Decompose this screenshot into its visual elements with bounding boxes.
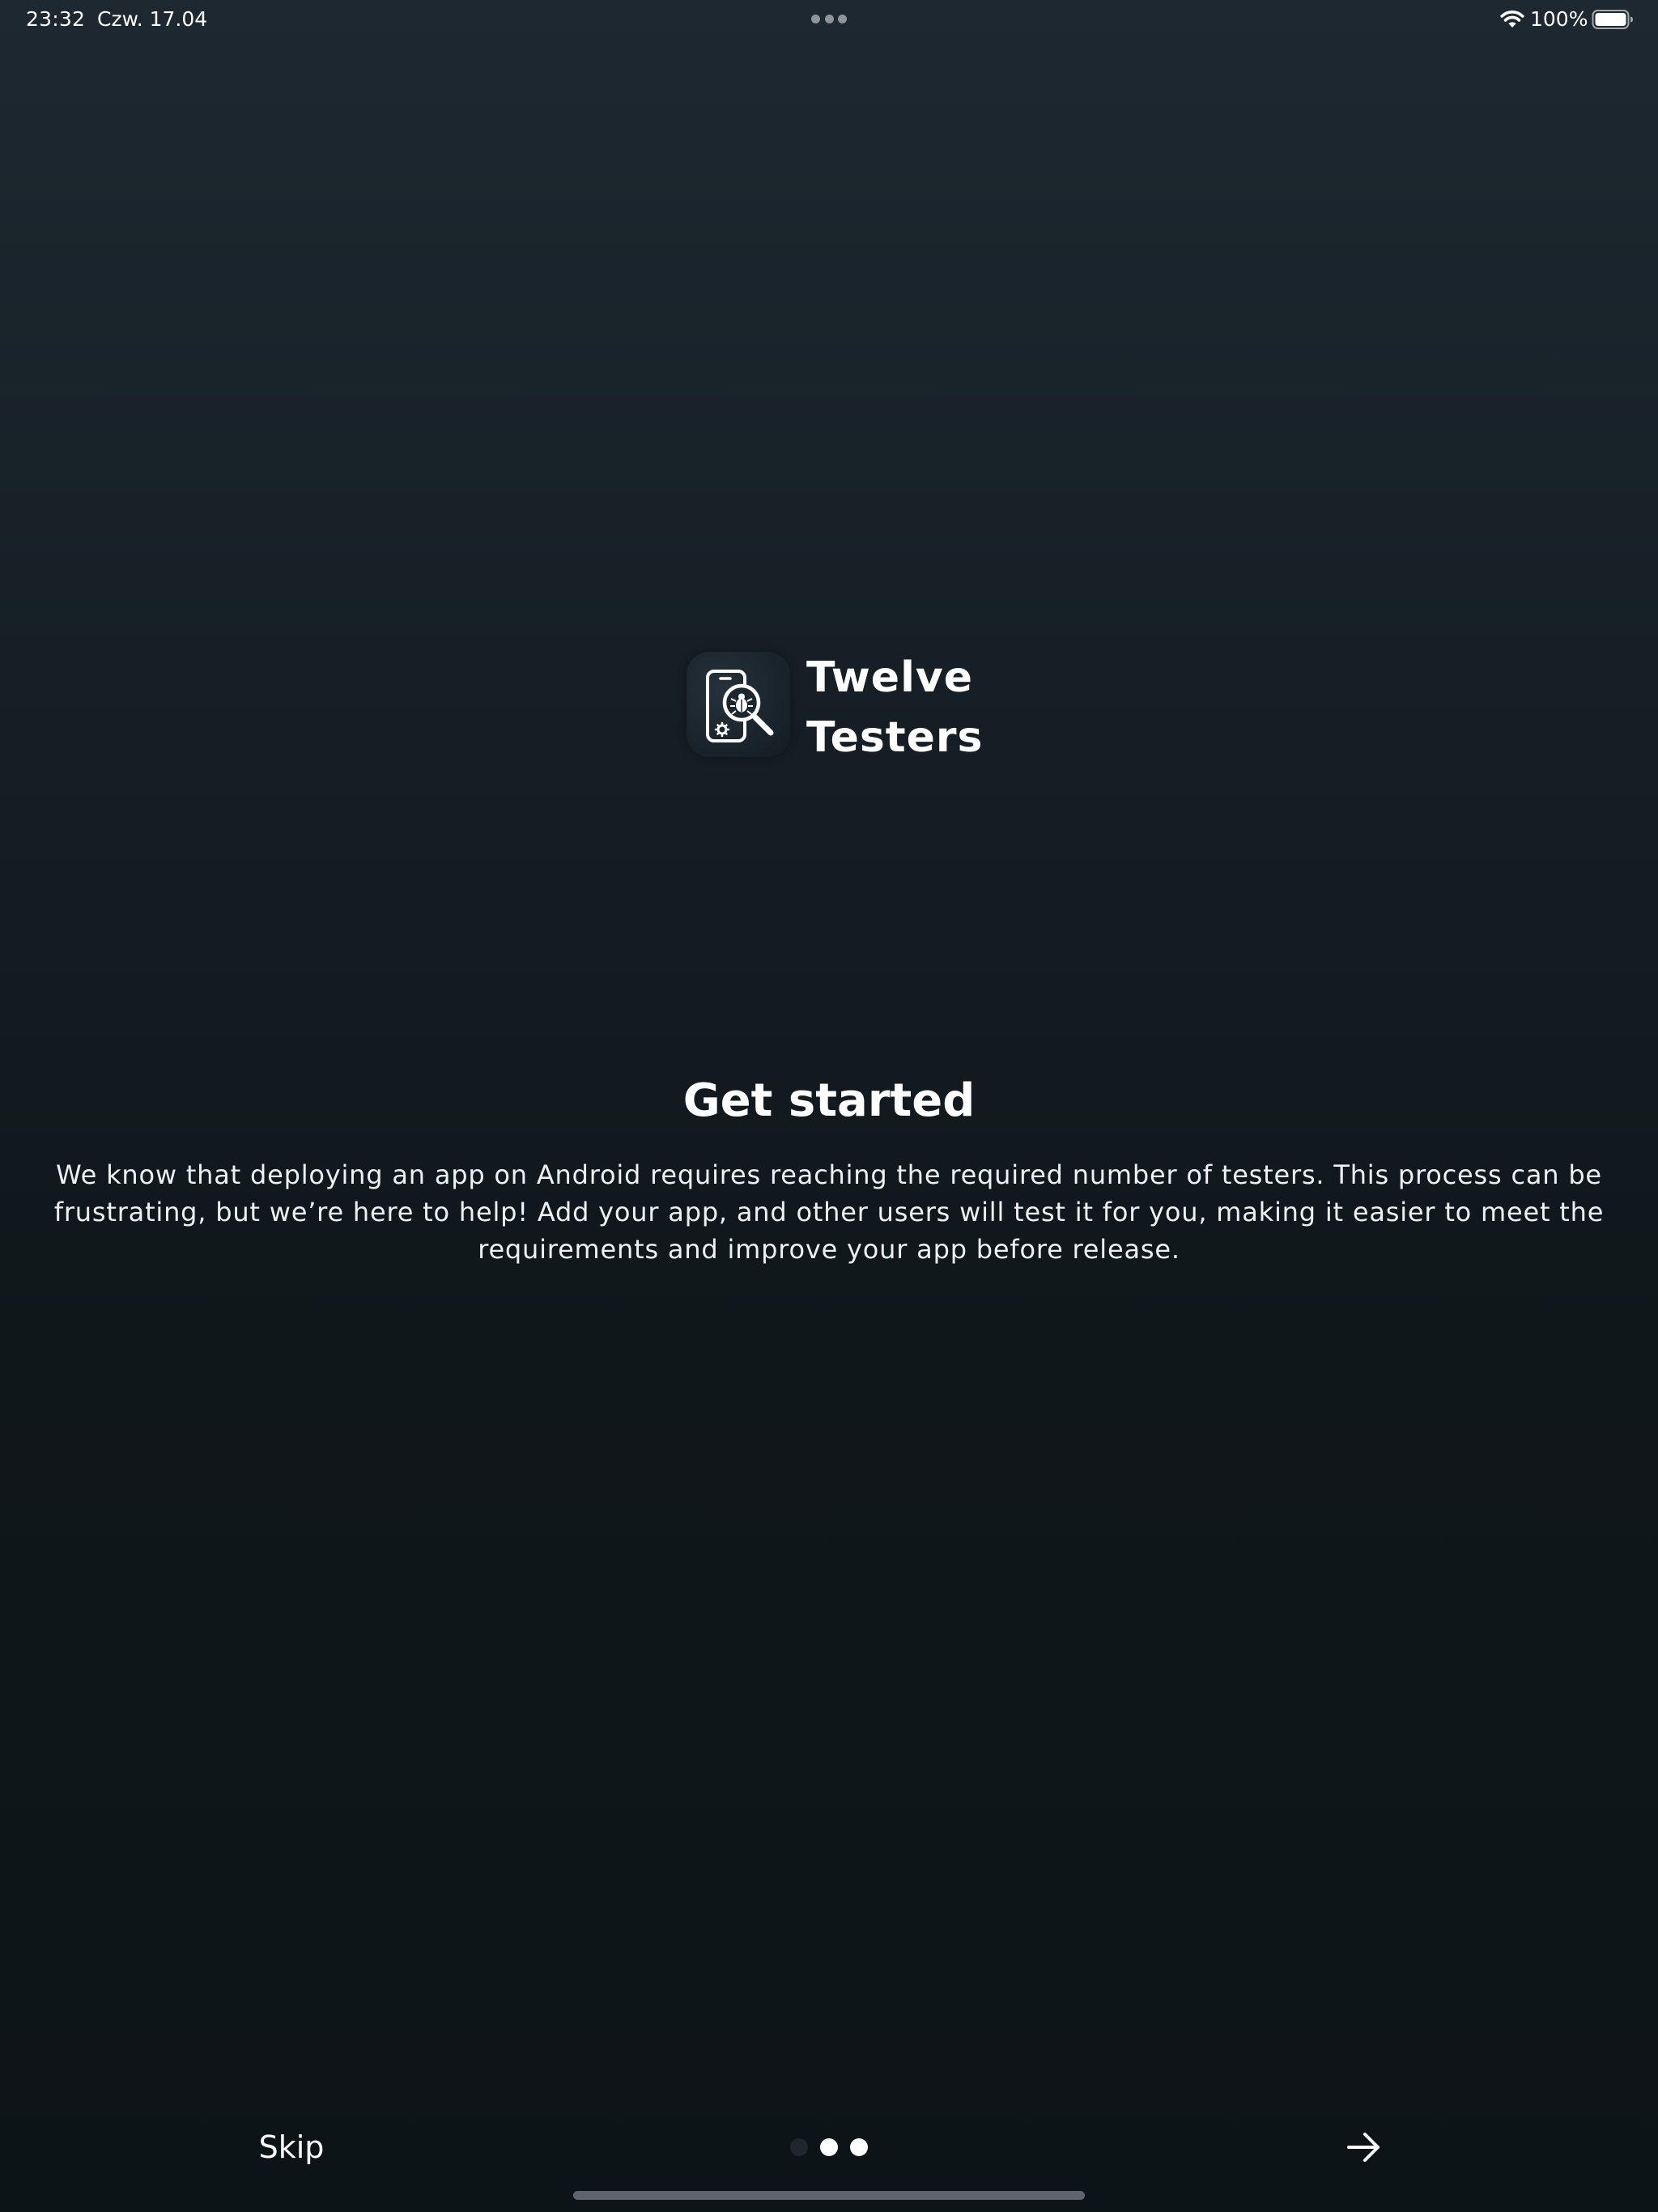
battery-percent: 100%	[1530, 7, 1588, 31]
status-time: 23:32	[26, 7, 86, 31]
page-dot-2[interactable]	[820, 2138, 838, 2156]
page-title: Get started	[682, 1074, 976, 1127]
skip-button[interactable]: Skip	[243, 2123, 340, 2172]
home-indicator[interactable]	[573, 2191, 1085, 2200]
app-logo: Twelve Testers	[687, 648, 983, 762]
onboarding-description: We know that deploying an app on Android…	[53, 1159, 1605, 1265]
app-name: Twelve Testers	[806, 653, 984, 762]
status-date: Czw. 17.04	[97, 7, 208, 31]
next-button[interactable]	[1337, 2121, 1389, 2173]
phone-bug-magnifier-icon	[687, 652, 790, 757]
page-dot-1[interactable]	[790, 2138, 808, 2156]
multitasking-dots-icon[interactable]	[811, 15, 847, 24]
arrow-right-icon	[1347, 2133, 1380, 2162]
status-bar: 23:32 Czw. 17.04 100%	[0, 0, 1658, 39]
page-dot-3[interactable]	[850, 2138, 868, 2156]
wifi-icon	[1500, 11, 1524, 28]
page-indicator	[790, 2138, 868, 2157]
battery-icon	[1592, 10, 1633, 29]
